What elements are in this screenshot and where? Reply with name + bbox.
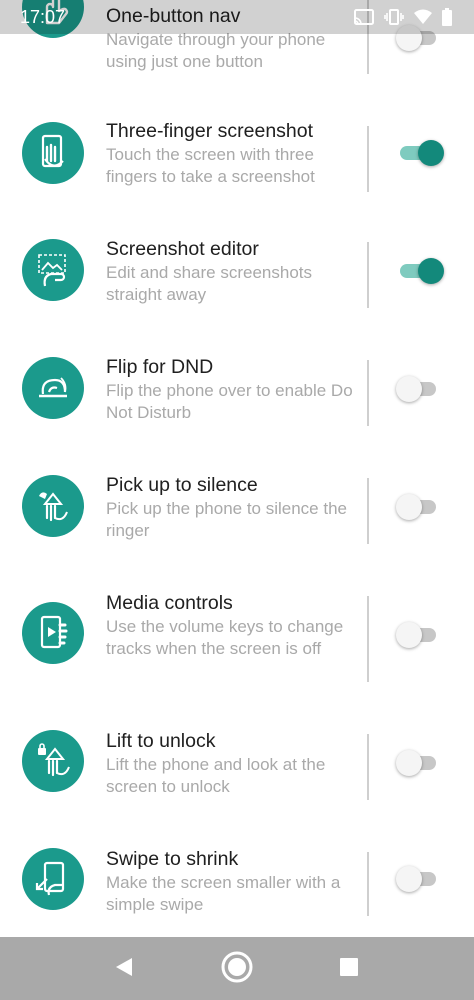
setting-subtitle: Lift the phone and look at the screen to… [106,755,326,796]
setting-row-flip-for-dnd[interactable]: Flip for DND Flip the phone over to enab… [0,346,474,446]
setting-toggle[interactable] [396,256,444,286]
home-button[interactable] [219,951,255,987]
setting-subtitle: Make the screen smaller with a simple sw… [106,873,341,914]
setting-subtitle: Pick up the phone to silence the ringer [106,499,347,540]
setting-subtitle: Flip the phone over to enable Do Not Dis… [106,381,353,422]
setting-subtitle: Edit and share screenshots straight away [106,263,313,304]
setting-subtitle: Navigate through your phone using just o… [106,30,326,71]
moto-actions-screen: One-button nav Navigate through your pho… [0,0,474,1000]
media-controls-icon [22,602,84,664]
row-divider [367,242,369,308]
swipe-to-shrink-icon [22,848,84,910]
toggle-thumb [396,866,422,892]
pick-up-to-silence-icon [22,475,84,537]
back-button[interactable] [106,951,142,987]
setting-row-media-controls[interactable]: Media controls Use the volume keys to ch… [0,582,474,702]
row-divider [367,852,369,916]
setting-row-lift-to-unlock[interactable]: Lift to unlock Lift the phone and look a… [0,720,474,820]
setting-title: Media controls [106,592,233,614]
toggle-thumb [418,140,444,166]
setting-title: Swipe to shrink [106,848,239,870]
toggle-thumb [396,376,422,402]
setting-title: Screenshot editor [106,238,259,260]
setting-subtitle: Use the volume keys to change tracks whe… [106,617,344,658]
back-icon [113,956,135,983]
recents-icon [339,957,359,982]
setting-row-swipe-to-shrink[interactable]: Swipe to shrink Make the screen smaller … [0,838,474,934]
toggle-thumb [396,750,422,776]
lift-to-unlock-icon [22,730,84,792]
cast-icon [354,9,374,25]
battery-icon [442,8,452,26]
status-icons [354,8,452,26]
vibrate-icon [384,9,404,25]
setting-title: Three-finger screenshot [106,120,314,142]
setting-toggle[interactable] [396,374,440,404]
row-divider [367,126,369,192]
setting-toggle[interactable] [396,620,440,650]
toggle-thumb [396,494,422,520]
toggle-thumb [396,622,422,648]
setting-row-screenshot-editor[interactable]: Screenshot editor Edit and share screens… [0,228,474,328]
setting-toggle[interactable] [396,492,440,522]
toggle-thumb [418,258,444,284]
setting-subtitle: Touch the screen with three fingers to t… [106,145,315,186]
setting-title: Flip for DND [106,356,214,378]
screenshot-editor-icon [22,239,84,301]
row-divider [367,360,369,426]
setting-toggle[interactable] [396,748,440,778]
home-icon [221,951,253,988]
setting-title: Pick up to silence [106,474,258,496]
setting-row-pick-up-to-silence[interactable]: Pick up to silence Pick up the phone to … [0,464,474,564]
row-divider [367,734,369,800]
wifi-icon [414,9,432,25]
setting-title: Lift to unlock [106,730,216,752]
recents-button[interactable] [331,951,367,987]
three-finger-screenshot-icon [22,122,84,184]
setting-row-three-finger-screenshot[interactable]: Three-finger screenshot Touch the screen… [0,110,474,210]
navigation-bar [0,937,474,1000]
row-divider [367,596,369,682]
row-divider [367,478,369,544]
setting-toggle[interactable] [396,138,444,168]
status-time: 17:07 [20,7,66,27]
flip-for-dnd-icon [22,357,84,419]
status-bar: 17:07 [0,0,474,34]
setting-toggle[interactable] [396,864,440,894]
